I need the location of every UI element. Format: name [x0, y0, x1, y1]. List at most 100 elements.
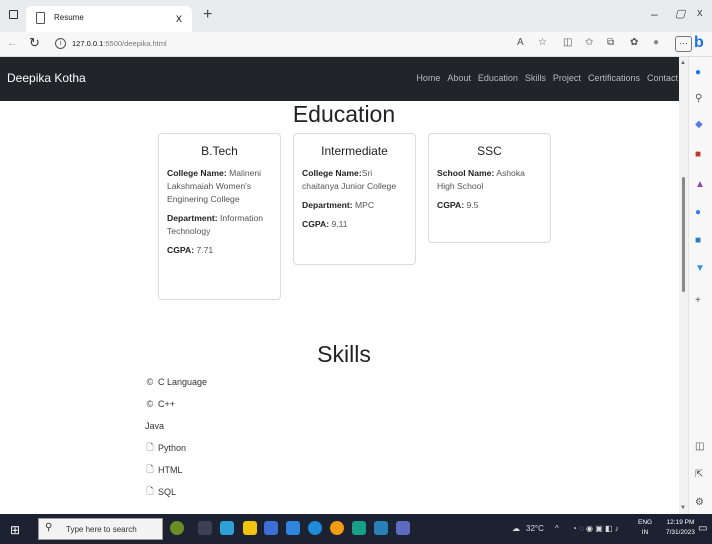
shopping-icon[interactable]: ■	[695, 149, 701, 160]
list-item: 🗋 HTML	[145, 459, 207, 481]
profile-icon[interactable]: ●	[653, 37, 659, 48]
file-icon: 🗋	[146, 464, 154, 474]
add-icon[interactable]: +	[695, 295, 701, 306]
education-card-intermediate: Intermediate College Name:Sri chaitanya …	[293, 133, 416, 265]
file-explorer-icon[interactable]	[243, 521, 257, 535]
card-line: College Name: Malineni Lakshmaiah Women'…	[167, 168, 262, 204]
scroll-thumb[interactable]	[682, 177, 685, 292]
education-card-ssc: SSC School Name: Ashoka High School CGPA…	[428, 133, 551, 243]
info-icon[interactable]: i	[55, 38, 66, 49]
windows-start-icon[interactable]: ⊞	[10, 523, 20, 537]
app-icon[interactable]	[374, 521, 388, 535]
app-icon[interactable]	[352, 521, 366, 535]
page-viewport: Deepika Kotha Home About Education Skill…	[0, 57, 688, 514]
new-tab-button[interactable]: +	[203, 6, 212, 24]
skill-label: C++	[158, 399, 176, 409]
list-item: © C++	[145, 393, 207, 415]
sidebar-toggle-icon[interactable]: ◫	[695, 441, 704, 452]
nav-home[interactable]: Home	[416, 73, 440, 83]
skills-list: © C Language © C++ Java 🗋 Python 🗋 HTML …	[145, 371, 207, 503]
back-arrow-icon[interactable]: ←	[7, 37, 18, 49]
nav-contact[interactable]: Contact	[647, 73, 678, 83]
close-window-button[interactable]: x	[697, 7, 703, 19]
weather-icon[interactable]: ☁	[512, 524, 520, 533]
card-degree: SSC	[477, 144, 502, 158]
file-icon: 🗋	[146, 442, 154, 452]
reload-icon[interactable]: ↻	[29, 35, 40, 51]
education-heading: Education	[292, 101, 396, 127]
favorites-icon[interactable]: ✩	[585, 37, 593, 48]
list-item: Java	[145, 415, 207, 437]
url-field[interactable]: 127.0.0.1:5500/deepika.html	[72, 39, 167, 48]
maximize-button[interactable]: ▢	[675, 7, 685, 20]
notifications-icon[interactable]: ▭	[698, 523, 707, 534]
taskbar-search-input[interactable]: ⚲ Type here to search	[38, 518, 163, 540]
search-icon: ⚲	[45, 522, 53, 533]
chevron-up-icon[interactable]: ^	[555, 524, 559, 533]
favorite-star-icon[interactable]: ☆	[538, 37, 547, 48]
nav-certifications[interactable]: Certifications	[588, 73, 640, 83]
card-line: Department: MPC	[302, 200, 375, 210]
drop-icon[interactable]: ▼	[695, 263, 705, 274]
site-brand[interactable]: Deepika Kotha	[7, 71, 86, 85]
address-bar: ← ↻ i 127.0.0.1:5500/deepika.html A ☆ ◫ …	[0, 32, 712, 57]
microsoft365-icon[interactable]: ●	[695, 207, 701, 218]
card-line: Department: Information Technology	[167, 213, 264, 236]
system-clock[interactable]: 12:19 PM 7/31/2023	[666, 518, 695, 538]
chrome-icon[interactable]	[330, 521, 344, 535]
nav-project[interactable]: Project	[553, 73, 581, 83]
external-link-icon[interactable]: ⇱	[695, 469, 703, 480]
language-indicator[interactable]: ENG IN	[638, 518, 652, 538]
settings-icon[interactable]: ⚙	[695, 497, 704, 508]
tab-bar: Resume x + – ▢ x	[0, 0, 712, 32]
c-icon: ©	[146, 399, 154, 409]
weather-temp[interactable]: 32°C	[526, 524, 544, 533]
list-item: © C Language	[145, 371, 207, 393]
bing-copilot-icon[interactable]: b	[694, 34, 711, 54]
url-host: 127.0.0.1	[72, 39, 104, 48]
tab-title: Resume	[54, 13, 84, 22]
card-line: College Name:Sri chaitanya Junior Colleg…	[302, 168, 397, 191]
page-scrollbar[interactable]: ▲ ▼	[679, 57, 688, 514]
nav-about[interactable]: About	[447, 73, 471, 83]
mail-icon[interactable]	[286, 521, 300, 535]
task-view-icon[interactable]	[198, 521, 212, 535]
tray-icons[interactable]: ◔ ◌ ◉ ▣ ◧ ♪	[572, 524, 619, 533]
site-navbar: Deepika Kotha Home About Education Skill…	[0, 57, 688, 101]
games-icon[interactable]: ▲	[695, 179, 705, 190]
skill-label: Java	[145, 421, 165, 431]
file-icon: 🗋	[146, 486, 154, 496]
nav-skills[interactable]: Skills	[525, 73, 546, 83]
list-item: 🗋 Python	[145, 437, 207, 459]
avocado-icon[interactable]	[170, 521, 184, 535]
url-path: :5500/deepika.html	[103, 39, 167, 48]
scroll-up-icon[interactable]: ▲	[680, 60, 686, 66]
discover-icon[interactable]: ●	[695, 67, 701, 78]
card-degree: B.Tech	[201, 144, 238, 158]
edge-browser-icon[interactable]	[220, 521, 234, 535]
vscode-icon[interactable]	[396, 521, 410, 535]
split-screen-icon[interactable]: ◫	[563, 37, 572, 48]
app-icon[interactable]	[308, 521, 322, 535]
read-aloud-icon[interactable]: A	[517, 37, 524, 48]
skill-label: Python	[158, 443, 187, 453]
more-options-button[interactable]: ···	[675, 36, 692, 52]
skill-label: SQL	[158, 487, 177, 497]
outlook-icon[interactable]: ■	[695, 235, 701, 246]
minimize-button[interactable]: –	[651, 7, 658, 21]
tab-resume[interactable]: Resume x	[26, 6, 192, 32]
tools-icon[interactable]: ◆	[695, 119, 703, 130]
browser-window: Resume x + – ▢ x ← ↻ i 127.0.0.1:5500/de…	[0, 0, 712, 514]
scroll-down-icon[interactable]: ▼	[680, 505, 686, 511]
store-icon[interactable]	[264, 521, 278, 535]
nav-education[interactable]: Education	[478, 73, 518, 83]
extensions-icon[interactable]: ✿	[630, 37, 638, 48]
tab-actions-icon[interactable]	[9, 10, 18, 19]
c-icon: ©	[146, 377, 154, 387]
card-degree: Intermediate	[321, 144, 388, 158]
card-line: CGPA: 7.71	[167, 245, 214, 255]
search-icon[interactable]: ⚲	[695, 93, 702, 104]
tab-close-button[interactable]: x	[176, 11, 182, 25]
collections-icon[interactable]: ⧉	[607, 37, 614, 48]
card-line: School Name: Ashoka High School	[437, 168, 525, 191]
